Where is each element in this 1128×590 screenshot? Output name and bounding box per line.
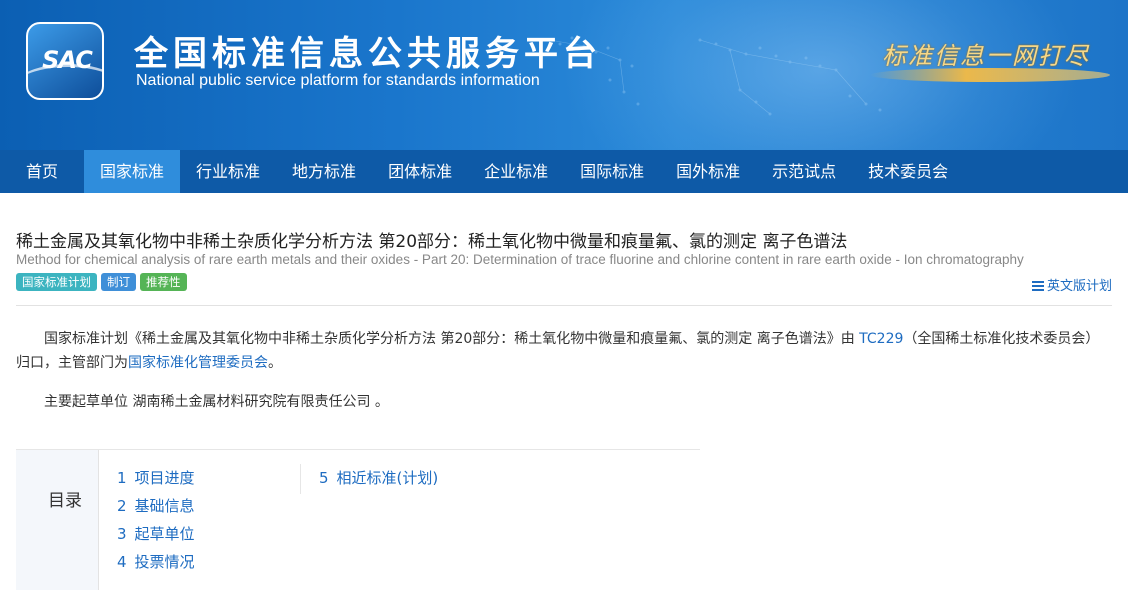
drafting-unit-paragraph: 主要起草单位 湖南稀土金属材料研究院有限责任公司 。 [44, 394, 389, 410]
toc-item-label: 项目进度 [134, 469, 195, 487]
toc-item-num: 5 [319, 469, 329, 487]
toc-item-voting[interactable]: 4 投票情况 [117, 548, 195, 576]
nav-item-national[interactable]: 国家标准 [84, 150, 181, 193]
slogan: 标准信息一网打尽 [870, 28, 1110, 98]
standard-title: 稀土金属及其氧化物中非稀土杂质化学分析方法 第20部分：稀土氧化物中微量和痕量氟… [16, 232, 848, 252]
standard-tags: 国家标准计划 制订 推荐性 [16, 273, 187, 291]
nav-item-committee[interactable]: 技术委员会 [852, 150, 964, 193]
nav-item-pilot[interactable]: 示范试点 [756, 150, 852, 193]
authority-link[interactable]: 国家标准化管理委员会 [128, 355, 268, 371]
toc-column-1: 1 项目进度 2 基础信息 3 起草单位 4 投票情况 [117, 464, 195, 576]
nav-item-foreign[interactable]: 国外标准 [660, 150, 756, 193]
tc-link[interactable]: TC229 [859, 331, 903, 347]
nav-item-home[interactable]: 首页 [0, 150, 84, 193]
toc-item-basic-info[interactable]: 2 基础信息 [117, 492, 195, 520]
toc-item-num: 1 [117, 469, 127, 487]
english-plan-link[interactable]: 英文版计划 [1031, 275, 1112, 294]
toc-item-label: 起草单位 [134, 525, 195, 543]
toc-item-label: 基础信息 [134, 497, 195, 515]
nav-item-international[interactable]: 国际标准 [564, 150, 660, 193]
nav-item-group[interactable]: 团体标准 [372, 150, 468, 193]
toc-item-label: 相近标准(计划) [336, 469, 439, 487]
toc-item-num: 3 [117, 525, 127, 543]
site-subtitle: National public service platform for sta… [136, 72, 540, 89]
toc-label: 目录 [48, 491, 82, 511]
toc-item-progress[interactable]: 1 项目进度 [117, 464, 195, 492]
tag-national-plan: 国家标准计划 [16, 273, 97, 291]
header-banner: SAC 全国标准信息公共服务平台 National public service… [0, 0, 1128, 150]
table-of-contents: 目录 1 项目进度 2 基础信息 3 起草单位 4 投票情况 5 相近标准(计划) [16, 449, 700, 590]
nav-item-enterprise[interactable]: 企业标准 [468, 150, 564, 193]
toc-item-similar-standards[interactable]: 5 相近标准(计划) [319, 464, 438, 492]
slogan-text: 标准信息一网打尽 [882, 42, 1090, 70]
tag-formulate: 制订 [101, 273, 136, 291]
nav-item-industry[interactable]: 行业标准 [180, 150, 276, 193]
toc-column-2: 5 相近标准(计划) [300, 464, 438, 494]
description-end: 。 [268, 355, 282, 371]
toc-item-label: 投票情况 [134, 553, 195, 571]
description-paragraph: 国家标准计划《稀土金属及其氧化物中非稀土杂质化学分析方法 第20部分：稀土氧化物… [16, 327, 1112, 375]
list-icon [1031, 281, 1044, 291]
toc-item-num: 2 [117, 497, 127, 515]
toc-item-num: 4 [117, 553, 127, 571]
description-prefix: 国家标准计划《稀土金属及其氧化物中非稀土杂质化学分析方法 第20部分：稀土氧化物… [44, 331, 860, 347]
main-nav: 首页 国家标准 行业标准 地方标准 团体标准 企业标准 国际标准 国外标准 示范… [0, 150, 1128, 193]
toc-side: 目录 [16, 450, 99, 590]
site-title: 全国标准信息公共服务平台 [134, 34, 602, 74]
logo-text: SAC [42, 46, 93, 74]
english-plan-label: 英文版计划 [1046, 279, 1112, 294]
tag-recommended: 推荐性 [140, 273, 187, 291]
standard-title-en: Method for chemical analysis of rare ear… [16, 252, 1024, 267]
sac-logo[interactable]: SAC [26, 22, 104, 100]
divider [16, 305, 1112, 306]
nav-item-local[interactable]: 地方标准 [276, 150, 372, 193]
toc-item-drafting-unit[interactable]: 3 起草单位 [117, 520, 195, 548]
